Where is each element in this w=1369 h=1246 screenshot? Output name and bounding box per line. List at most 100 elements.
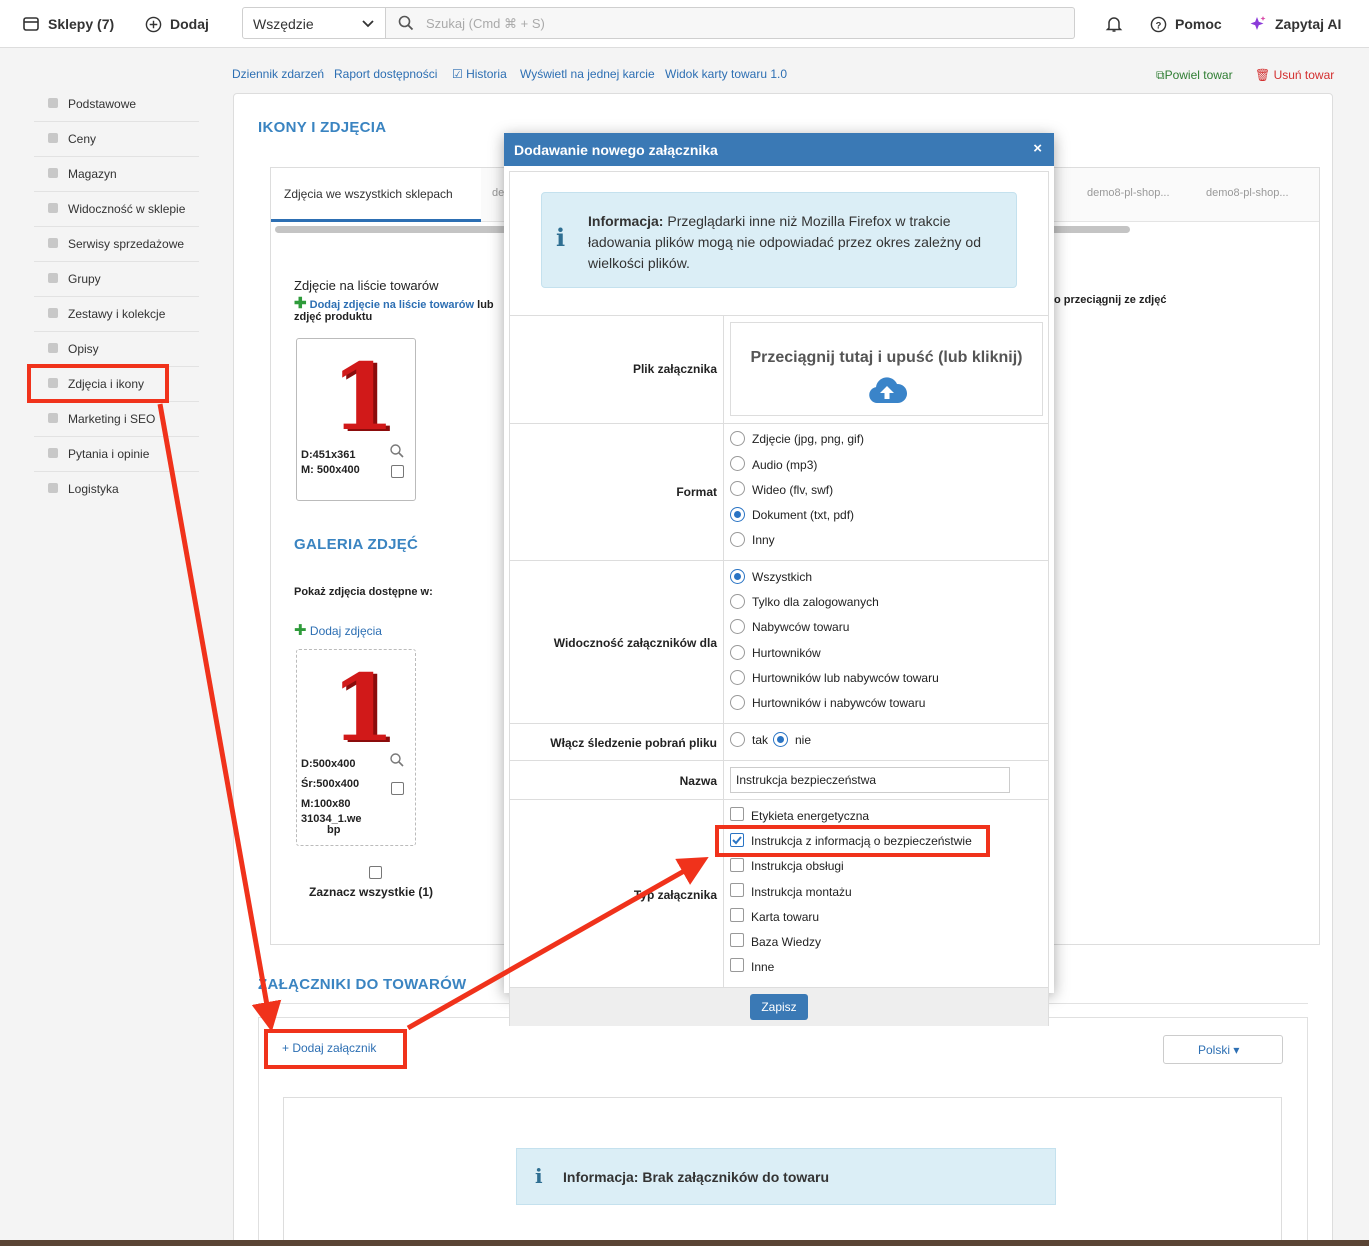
- type-label: Typ załącznika: [633, 888, 717, 902]
- format-video-label: Wideo (flv, swf): [752, 483, 834, 497]
- basic-icon: [48, 98, 58, 108]
- delete-product-link[interactable]: 🗑 Usuń towar: [1255, 68, 1334, 82]
- highlight-add-attachment: [264, 1029, 407, 1069]
- row-divider: [510, 760, 1048, 761]
- close-icon[interactable]: ×: [1033, 140, 1042, 157]
- attachments-title: ZAŁĄCZNIKI DO TOWARÓW: [258, 976, 467, 993]
- add-photo-suffix: na liście towarów: [383, 299, 475, 311]
- dropzone-text: Przeciągnij tutaj i upuść (lub kliknij): [750, 349, 1023, 366]
- add-label: Dodaj: [170, 16, 209, 32]
- copy-icon: ⧉: [1156, 68, 1165, 82]
- search-placeholder: Szukaj (Cmd ⌘ + S): [426, 16, 545, 31]
- product-image: 1: [331, 343, 396, 451]
- bell-icon: [1105, 17, 1123, 32]
- tracking-label: Włącz śledzenie pobrań pliku: [550, 736, 717, 750]
- thumb-select-checkbox[interactable]: [391, 782, 404, 795]
- shops-button[interactable]: Sklepy (7): [22, 14, 114, 34]
- add-photo-link[interactable]: Dodaj zdjęcie: [310, 299, 380, 311]
- row-divider: [510, 560, 1048, 561]
- sidebar-item-label: Grupy: [68, 272, 101, 286]
- format-image-radio[interactable]: [730, 431, 745, 446]
- ask-ai-button[interactable]: Zapytaj AI: [1249, 14, 1341, 34]
- help-button[interactable]: ? Pomoc: [1150, 14, 1222, 34]
- sidebar-item-visibility[interactable]: Widoczność w sklepie: [34, 192, 199, 227]
- type-product-card-checkbox[interactable]: [730, 908, 744, 922]
- visibility-wholesalers-or-buyers-radio[interactable]: [730, 670, 745, 685]
- tab-shop-partial[interactable]: de: [492, 187, 504, 199]
- edit-icon: ☑: [452, 67, 467, 81]
- visibility-buyers-radio[interactable]: [730, 619, 745, 634]
- availability-report-link[interactable]: Raport dostępności: [334, 67, 437, 81]
- list-photo-thumbnail[interactable]: 1 D:451x361 M: 500x400: [296, 338, 416, 501]
- prices-icon: [48, 133, 58, 143]
- type-other-text: Inne: [751, 960, 775, 974]
- sidebar-item-prices[interactable]: Ceny: [34, 122, 199, 157]
- sidebar-item-logistics[interactable]: Logistyka: [34, 472, 199, 507]
- card-view-link[interactable]: Widok karty towaru 1.0: [665, 67, 787, 81]
- file-dropzone[interactable]: Przeciągnij tutaj i upuść (lub kliknij): [730, 322, 1043, 416]
- zoom-icon[interactable]: [389, 443, 405, 459]
- sidebar-item-label: Ceny: [68, 132, 97, 146]
- tracking-no-radio[interactable]: [773, 732, 788, 747]
- thumb-d-size: D:500x400: [301, 758, 356, 770]
- save-button[interactable]: Zapisz: [750, 994, 808, 1020]
- type-other-checkbox[interactable]: [730, 958, 744, 972]
- visibility-all-radio[interactable]: [730, 569, 745, 584]
- journal-link[interactable]: Dziennik zdarzeń: [232, 67, 324, 81]
- type-energy-label-checkbox[interactable]: [730, 807, 744, 821]
- tab-all-shops[interactable]: Zdjęcia we wszystkich sklepach: [271, 168, 481, 222]
- visibility-logged-radio[interactable]: [730, 594, 745, 609]
- history-link[interactable]: ☑ Historia: [452, 67, 507, 81]
- product-photos-text: zdjęć produktu: [294, 311, 373, 323]
- visibility-logged-label: Tylko dla zalogowanych: [752, 595, 879, 609]
- sidebar-item-sales-services[interactable]: Serwisy sprzedażowe: [34, 227, 199, 262]
- sidebar-item-basic[interactable]: Podstawowe: [34, 87, 199, 122]
- notifications-button[interactable]: [1105, 14, 1123, 34]
- sidebar-item-groups[interactable]: Grupy: [34, 262, 199, 297]
- language-select[interactable]: Polski ▾: [1163, 1035, 1283, 1064]
- plus-icon: ✚: [294, 295, 307, 312]
- type-assembly-checkbox[interactable]: [730, 883, 744, 897]
- type-product-card-text: Karta towaru: [751, 910, 820, 924]
- add-button[interactable]: Dodaj: [145, 14, 209, 34]
- thumb-m-size: M:100x80: [301, 798, 351, 810]
- marketing-icon: [48, 413, 58, 423]
- format-video-radio[interactable]: [730, 481, 745, 496]
- duplicate-product-link[interactable]: ⧉Powiel towar: [1156, 68, 1233, 83]
- add-list-photo-row: ✚ Dodaj zdjęcie na liście towarów lub: [294, 294, 494, 312]
- format-other-label: Inny: [752, 533, 775, 547]
- format-other-radio[interactable]: [730, 532, 745, 547]
- thumb-filename-ext: bp: [327, 824, 341, 836]
- gallery-photo-thumbnail[interactable]: 1 D:500x400 Śr:500x400 M:100x80 31034_1.…: [296, 649, 416, 846]
- services-icon: [48, 238, 58, 248]
- visibility-wholesalers-and-buyers-radio[interactable]: [730, 695, 745, 710]
- sidebar-item-descriptions[interactable]: Opisy: [34, 332, 199, 367]
- sidebar-item-label: Opisy: [68, 342, 99, 356]
- format-audio-radio[interactable]: [730, 456, 745, 471]
- search-scope-select[interactable]: Wszędzie: [242, 7, 386, 39]
- one-card-link[interactable]: Wyświetl na jednej karcie: [520, 67, 655, 81]
- gallery-add-link[interactable]: ✚ Dodaj zdjęcia: [294, 621, 382, 639]
- sidebar-item-sets[interactable]: Zestawy i kolekcje: [34, 297, 199, 332]
- tab-shop-1[interactable]: demo8-pl-shop...: [1087, 187, 1170, 199]
- visibility-buyers-label: Nabywców towaru: [752, 620, 850, 634]
- section-title: IKONY I ZDJĘCIA: [258, 119, 387, 136]
- sidebar-item-label: Zestawy i kolekcje: [68, 307, 166, 321]
- select-all-checkbox[interactable]: [369, 866, 382, 879]
- thumb-select-checkbox[interactable]: [391, 465, 404, 478]
- sidebar-item-questions[interactable]: Pytania i opinie: [34, 437, 199, 472]
- chevron-down-icon: [362, 20, 374, 28]
- format-document-radio[interactable]: [730, 507, 745, 522]
- sidebar-item-marketing[interactable]: Marketing i SEO: [34, 402, 199, 437]
- sidebar-item-stock[interactable]: Magazyn: [34, 157, 199, 192]
- tab-shop-2[interactable]: demo8-pl-shop...: [1206, 187, 1289, 199]
- select-all-label: Zaznacz wszystkie (1): [309, 885, 434, 899]
- type-user-manual-checkbox[interactable]: [730, 858, 744, 872]
- type-knowledge-base-checkbox[interactable]: [730, 933, 744, 947]
- zoom-icon[interactable]: [389, 752, 405, 768]
- tracking-yes-radio[interactable]: [730, 732, 745, 747]
- visibility-wholesalers-radio[interactable]: [730, 645, 745, 660]
- row-divider: [510, 723, 1048, 724]
- attachment-name-input[interactable]: [730, 767, 1010, 793]
- search-input[interactable]: Szukaj (Cmd ⌘ + S): [386, 7, 1075, 39]
